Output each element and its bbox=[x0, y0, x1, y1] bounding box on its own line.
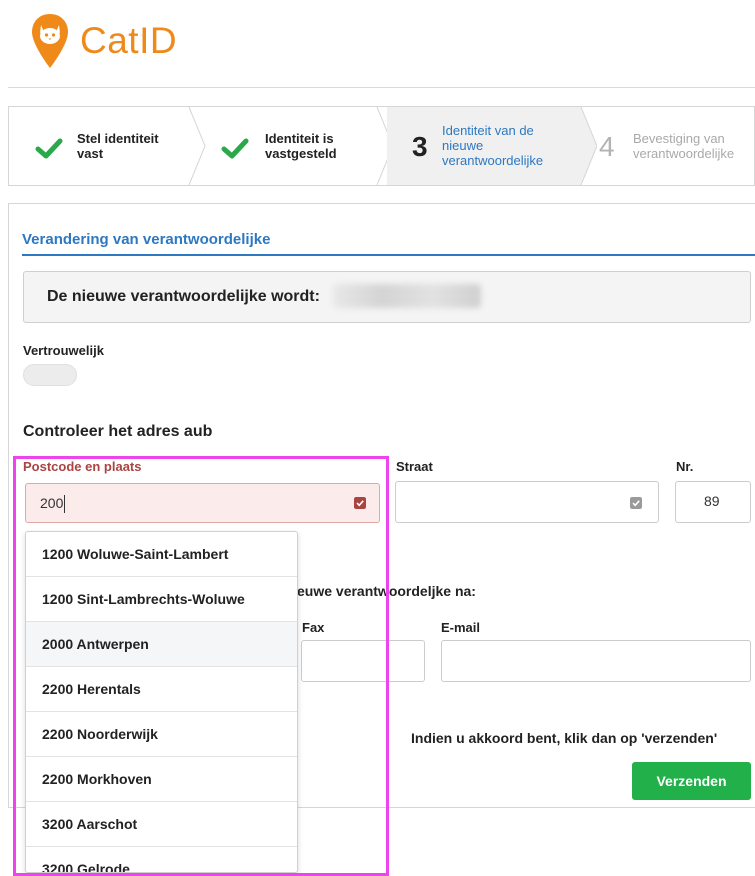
check-icon bbox=[35, 138, 63, 159]
agree-text: Indien u akkoord bent, klik dan op 'verz… bbox=[411, 730, 718, 746]
redacted-name bbox=[333, 284, 481, 308]
number-label: Nr. bbox=[676, 459, 694, 474]
suggestion-item[interactable]: 2200 Morkhoven bbox=[26, 757, 297, 802]
suggestion-item[interactable]: 1200 Woluwe-Saint-Lambert bbox=[26, 532, 297, 577]
step-4-number: 4 bbox=[599, 131, 615, 162]
brand-name: CatID bbox=[80, 20, 178, 61]
confidential-label: Vertrouwelijk bbox=[23, 343, 104, 358]
email-label: E-mail bbox=[441, 620, 481, 635]
step-3-number: 3 bbox=[412, 131, 428, 162]
text-cursor bbox=[64, 495, 66, 514]
fax-input[interactable] bbox=[301, 640, 425, 682]
suggestion-item[interactable]: 1200 Sint-Lambrechts-Woluwe bbox=[26, 577, 297, 622]
step-4: 4 Bevestiging van verantwoordelijke bbox=[599, 107, 755, 185]
check-icon bbox=[221, 138, 249, 159]
step-separator bbox=[577, 107, 597, 185]
step-2-label: Identiteit is vastgesteld bbox=[265, 131, 337, 161]
suggestion-item[interactable]: 2200 Herentals bbox=[26, 667, 297, 712]
header-divider bbox=[8, 87, 755, 88]
banner-text: De nieuwe verantwoordelijke wordt: bbox=[47, 288, 320, 305]
postcode-value: 200 bbox=[40, 495, 64, 511]
postcode-input[interactable]: 200 bbox=[25, 483, 380, 523]
step-separator bbox=[188, 107, 206, 185]
suggestion-item-highlighted[interactable]: 2000 Antwerpen bbox=[26, 622, 297, 667]
section-title: Verandering van verantwoordelijke bbox=[22, 231, 271, 248]
suggestion-item[interactable]: 3200 Aarschot bbox=[26, 802, 297, 847]
step-4-label: Bevestiging van verantwoordelijke bbox=[633, 131, 735, 161]
street-label: Straat bbox=[396, 459, 433, 474]
suggestion-item[interactable]: 3200 Gelrode bbox=[26, 847, 297, 872]
step-1: Stel identiteit vast bbox=[9, 107, 197, 185]
postcode-label: Postcode en plaats bbox=[23, 459, 142, 474]
catid-logo-icon bbox=[32, 14, 68, 68]
step-3: 3 Identiteit van de nieuwe verantwoordel… bbox=[387, 107, 581, 185]
fax-label: Fax bbox=[302, 620, 325, 635]
street-input[interactable] bbox=[395, 481, 659, 523]
checkbox-icon bbox=[354, 497, 366, 509]
address-heading: Controleer het adres aub bbox=[23, 423, 213, 440]
number-input[interactable]: 89 bbox=[675, 481, 751, 523]
progress-stepper: Stel identiteit vast Identiteit is vastg… bbox=[8, 106, 755, 186]
contact-heading: euwe verantwoordeljke na: bbox=[297, 583, 476, 599]
step-1-label: Stel identiteit vast bbox=[77, 131, 159, 161]
email-input[interactable] bbox=[441, 640, 751, 682]
step-2: Identiteit is vastgesteld bbox=[205, 107, 385, 185]
section-underline bbox=[22, 254, 755, 256]
suggestion-item[interactable]: 2200 Noorderwijk bbox=[26, 712, 297, 757]
confidential-toggle[interactable] bbox=[23, 364, 77, 386]
send-button[interactable]: Verzenden bbox=[632, 762, 751, 800]
checkbox-icon bbox=[630, 497, 642, 509]
postcode-suggestions: 1200 Woluwe-Saint-Lambert 1200 Sint-Lamb… bbox=[25, 531, 298, 873]
step-3-label: Identiteit van de nieuwe verantwoordelij… bbox=[442, 123, 544, 168]
